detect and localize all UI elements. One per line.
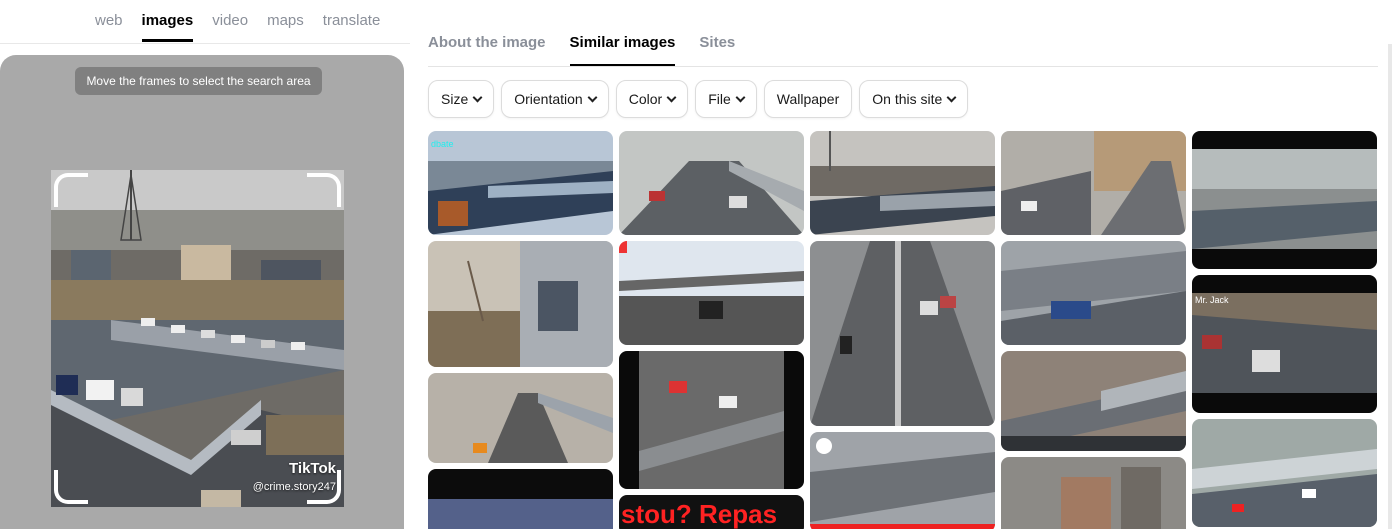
result-thumbnail[interactable] <box>1001 131 1186 235</box>
result-thumbnail[interactable] <box>619 131 804 235</box>
result-thumbnail[interactable] <box>1192 419 1377 527</box>
frame-handle-top-left[interactable] <box>54 173 88 207</box>
nav-tab-maps[interactable]: maps <box>267 0 304 42</box>
selection-frame[interactable] <box>54 173 341 504</box>
tabs-divider <box>428 66 1378 67</box>
tiktok-watermark: TikTok <box>289 460 336 477</box>
filter-orientation-label: Orientation <box>514 91 583 107</box>
nav-divider <box>0 43 410 44</box>
query-image-panel: Move the frames to select the search are… <box>0 55 404 529</box>
thumb-red-text: stou? Repas <box>619 495 804 529</box>
result-thumbnail[interactable] <box>619 351 804 489</box>
nav-tab-video[interactable]: video <box>212 0 248 42</box>
page-scrollbar[interactable] <box>1388 44 1392 529</box>
tab-sites[interactable]: Sites <box>699 36 735 67</box>
result-thumbnail[interactable] <box>1001 457 1186 529</box>
result-thumbnail[interactable] <box>619 241 804 345</box>
filter-on-this-site[interactable]: On this site <box>859 80 969 118</box>
tiktok-handle: @crime.story247 <box>252 481 336 493</box>
result-thumbnail[interactable] <box>428 241 613 367</box>
tab-similar-images[interactable]: Similar images <box>569 36 676 67</box>
result-thumbnail[interactable] <box>1001 241 1186 345</box>
query-image: TikTok @crime.story247 <box>51 170 344 507</box>
result-thumbnail[interactable]: Mr. Jack <box>1192 275 1377 413</box>
result-thumbnail[interactable] <box>810 131 995 235</box>
chevron-down-icon <box>472 92 483 102</box>
filter-orientation[interactable]: Orientation <box>501 80 609 118</box>
frame-handle-bottom-left[interactable] <box>54 470 88 504</box>
filter-wallpaper-label: Wallpaper <box>776 91 840 107</box>
chevron-down-icon <box>735 92 746 102</box>
selection-hint: Move the frames to select the search are… <box>75 67 322 95</box>
filter-file[interactable]: File <box>695 80 757 118</box>
chevron-down-icon <box>946 92 957 102</box>
frame-handle-top-right[interactable] <box>307 173 341 207</box>
filter-color[interactable]: Color <box>615 80 689 118</box>
chevron-down-icon <box>666 92 677 102</box>
tab-about-image[interactable]: About the image <box>428 36 546 67</box>
filter-size[interactable]: Size <box>428 80 495 118</box>
result-tabs: About the image Similar images Sites <box>428 30 735 67</box>
result-thumbnail[interactable] <box>428 373 613 463</box>
nav-tab-web[interactable]: web <box>95 0 123 42</box>
result-thumbnail[interactable] <box>1192 131 1377 269</box>
filter-wallpaper[interactable]: Wallpaper <box>763 80 853 118</box>
filter-color-label: Color <box>628 91 663 107</box>
chevron-down-icon <box>587 92 598 102</box>
filter-size-label: Size <box>441 91 469 107</box>
filter-on-this-site-label: On this site <box>872 91 943 107</box>
result-thumbnail[interactable]: stou? Repas <box>619 495 804 529</box>
result-thumbnail[interactable] <box>1001 351 1186 451</box>
filter-file-label: File <box>708 91 731 107</box>
filter-bar: Size Orientation Color File Wallpaper On… <box>428 80 969 118</box>
nav-tab-images[interactable]: images <box>141 0 194 42</box>
nav-tab-translate[interactable]: translate <box>323 0 381 42</box>
result-thumbnail[interactable] <box>810 241 995 426</box>
top-nav: web images video maps translate <box>95 0 380 44</box>
result-thumbnail[interactable]: dbate <box>428 131 613 235</box>
thumb-watermark: dbate <box>431 139 454 149</box>
result-thumbnail[interactable] <box>810 432 995 529</box>
result-thumbnail[interactable] <box>428 469 613 529</box>
thumb-watermark: Mr. Jack <box>1195 295 1229 305</box>
